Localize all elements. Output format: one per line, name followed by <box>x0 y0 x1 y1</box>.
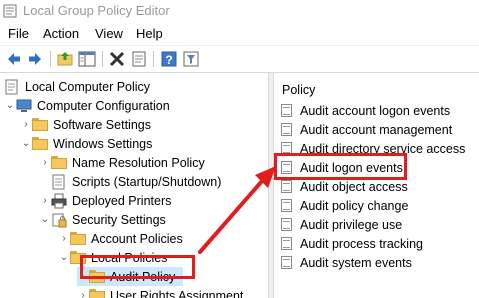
list-item[interactable]: Audit system events <box>280 253 412 272</box>
forward-icon[interactable] <box>26 50 44 68</box>
tree-item-user-rights-assignment[interactable]: › User Rights Assignment <box>77 286 243 298</box>
chevron-right-icon[interactable]: › <box>20 115 32 134</box>
filter-icon[interactable] <box>182 50 200 68</box>
tree-item-deployed-printers[interactable]: › Deployed Printers <box>39 191 171 210</box>
group-policy-app-icon <box>3 4 17 18</box>
tree-label: Name Resolution Policy <box>72 155 205 170</box>
script-document-icon <box>52 174 65 189</box>
menu-view[interactable]: View <box>95 26 123 41</box>
policy-document-icon <box>5 79 18 94</box>
policy-setting-icon <box>280 236 294 251</box>
list-item-label: Audit account management <box>300 122 453 137</box>
tree-pane: Local Computer Policy ⌄ Computer Configu… <box>0 73 268 298</box>
list-item[interactable]: Audit account management <box>280 120 452 139</box>
tree-label: Scripts (Startup/Shutdown) <box>72 174 222 189</box>
chevron-right-icon[interactable]: › <box>77 286 89 298</box>
column-header-policy[interactable]: Policy <box>282 83 315 97</box>
tree-item-computer-configuration[interactable]: ⌄ Computer Configuration <box>4 96 170 115</box>
tree-label: Local Computer Policy <box>25 79 151 94</box>
policy-setting-icon <box>280 217 294 232</box>
highlight-box-audit-logon-events <box>274 153 407 180</box>
tree-label: Security Settings <box>72 212 166 227</box>
menu-help[interactable]: Help <box>136 26 163 41</box>
folder-icon <box>32 136 48 150</box>
tree-label: Windows Settings <box>53 136 153 151</box>
toolbar-separator <box>102 51 103 67</box>
list-item[interactable]: Audit policy change <box>280 196 408 215</box>
tree-label: Account Policies <box>91 231 183 246</box>
chevron-right-icon[interactable]: › <box>39 153 51 172</box>
window-title: Local Group Policy Editor <box>23 3 170 18</box>
list-item-label: Audit object access <box>300 179 408 194</box>
toolbar-separator <box>153 51 154 67</box>
menu-bar: File Action View Help <box>0 24 479 44</box>
folder-lock-icon <box>89 288 105 298</box>
list-item-label: Audit system events <box>300 255 412 270</box>
tree-label: Computer Configuration <box>37 98 170 113</box>
security-settings-icon <box>52 213 67 227</box>
chevron-down-icon[interactable]: ⌄ <box>4 96 16 115</box>
tree-label: Software Settings <box>53 117 151 132</box>
policy-setting-icon <box>280 255 294 270</box>
tree-item-software-settings[interactable]: › Software Settings <box>20 115 151 134</box>
show-hide-tree-icon[interactable] <box>78 50 96 68</box>
tree-item-name-resolution-policy[interactable]: › Name Resolution Policy <box>39 153 205 172</box>
computer-icon <box>16 99 32 112</box>
chevron-down-icon[interactable]: ⌄ <box>39 210 51 229</box>
svg-text:?: ? <box>165 53 172 67</box>
tree-item-local-computer-policy[interactable]: Local Computer Policy <box>4 77 150 96</box>
policy-setting-icon <box>280 198 294 213</box>
toolbar-separator <box>50 51 51 67</box>
tree-item-account-policies[interactable]: › Account Policies <box>58 229 183 248</box>
up-folder-icon[interactable] <box>56 50 74 68</box>
policy-setting-icon <box>280 103 294 118</box>
tree-item-security-settings[interactable]: ⌄ Security Settings <box>39 210 166 229</box>
folder-icon <box>32 117 48 131</box>
delete-icon[interactable] <box>108 50 126 68</box>
list-item-label: Audit privilege use <box>300 217 403 232</box>
chevron-right-icon[interactable]: › <box>39 191 51 210</box>
policy-setting-icon <box>280 122 294 137</box>
help-icon[interactable]: ? <box>160 50 178 68</box>
menu-action[interactable]: Action <box>43 26 79 41</box>
menu-file[interactable]: File <box>8 26 29 41</box>
list-item-label: Audit policy change <box>300 198 409 213</box>
list-item[interactable]: Audit process tracking <box>280 234 423 253</box>
folder-icon <box>51 155 67 169</box>
policy-list-pane: Policy Audit account logon events Audit … <box>274 73 479 298</box>
tree-item-windows-settings[interactable]: ⌄ Windows Settings <box>20 134 152 153</box>
list-item[interactable]: Audit privilege use <box>280 215 402 234</box>
chevron-down-icon[interactable]: ⌄ <box>20 134 32 153</box>
printer-icon <box>51 193 67 208</box>
policy-setting-icon <box>280 179 294 194</box>
tree-label: Deployed Printers <box>72 193 172 208</box>
chevron-right-icon[interactable]: › <box>58 229 70 248</box>
tree-label: User Rights Assignment <box>110 288 244 298</box>
title-bar: Local Group Policy Editor <box>0 0 479 22</box>
list-item[interactable]: Audit object access <box>280 177 408 196</box>
list-item[interactable]: Audit account logon events <box>280 101 450 120</box>
tree-item-scripts[interactable]: Scripts (Startup/Shutdown) <box>51 172 221 191</box>
properties-icon[interactable] <box>130 50 148 68</box>
list-item-label: Audit process tracking <box>300 236 423 251</box>
chevron-down-icon[interactable]: ⌄ <box>58 248 70 267</box>
back-icon[interactable] <box>5 50 23 68</box>
list-item-label: Audit account logon events <box>300 103 451 118</box>
folder-lock-icon <box>70 231 86 245</box>
toolbar: ? <box>0 45 479 73</box>
highlight-box-audit-policy <box>80 255 195 279</box>
